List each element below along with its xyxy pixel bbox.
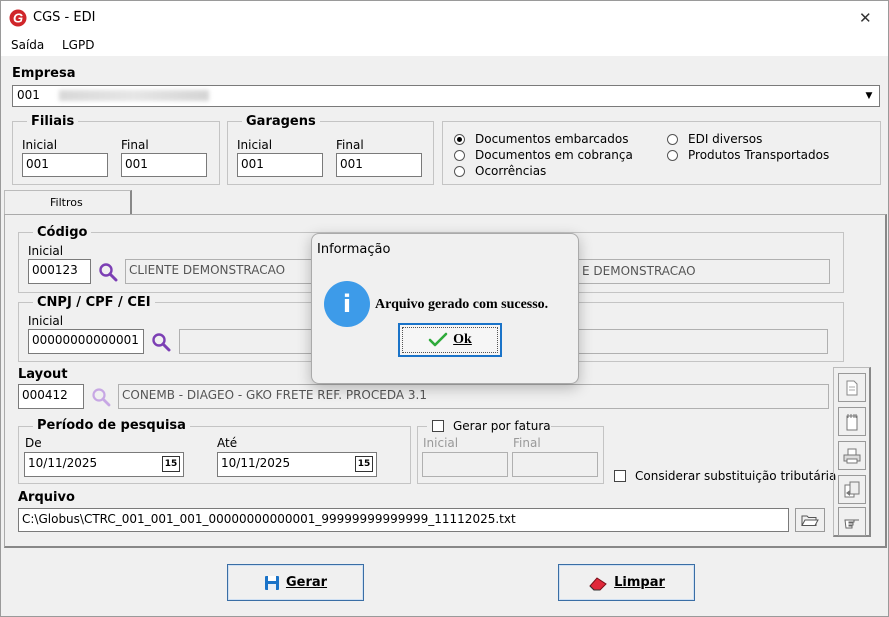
fatura-checkbox[interactable] xyxy=(432,420,444,432)
empresa-label: Empresa xyxy=(12,66,76,81)
periodo-ate-label: Até xyxy=(217,436,238,450)
side-button-point[interactable] xyxy=(838,507,866,536)
focus-rect xyxy=(402,327,498,353)
garagens-title: Garagens xyxy=(242,114,320,129)
radio-produtos-transportados[interactable] xyxy=(667,150,678,161)
dialog-message: Arquivo gerado com sucesso. xyxy=(375,297,549,312)
tab-filtros[interactable]: Filtros xyxy=(4,190,132,215)
periodo-de-value: 10/11/2025 xyxy=(28,456,98,470)
side-button-list[interactable] xyxy=(838,407,866,436)
empresa-select[interactable]: 001 ▼ xyxy=(12,85,880,107)
radio-ocorrencias[interactable] xyxy=(454,166,465,177)
close-icon[interactable]: ✕ xyxy=(859,9,872,27)
radio-documentos-embarcados[interactable] xyxy=(454,134,465,145)
empresa-name-redacted xyxy=(59,90,209,101)
folder-open-button[interactable] xyxy=(795,508,825,532)
periodo-ate-input[interactable]: 10/11/2025 xyxy=(217,452,377,477)
codigo-title: Código xyxy=(33,225,92,240)
garagens-final-input[interactable]: 001 xyxy=(336,153,422,177)
codigo-inicial-label: Inicial xyxy=(28,244,64,258)
search-icon[interactable] xyxy=(151,332,171,352)
calendar-icon[interactable]: 15 xyxy=(355,456,373,472)
periodo-ate-value: 10/11/2025 xyxy=(221,456,291,470)
fatura-label[interactable]: Gerar por fatura xyxy=(453,419,551,433)
svg-text:G: G xyxy=(13,11,23,26)
codigo-inicial-input[interactable]: 000123 xyxy=(28,259,91,284)
substituicao-label[interactable]: Considerar substituição tributária xyxy=(635,469,836,483)
filiais-title: Filiais xyxy=(27,114,79,129)
radio-label-edi-diversos[interactable]: EDI diversos xyxy=(688,132,762,146)
gerar-label: Gerar xyxy=(285,575,328,590)
arquivo-input[interactable]: C:\Globus\CTRC_001_001_001_0000000000000… xyxy=(18,508,789,532)
radio-documentos-cobranca[interactable] xyxy=(454,150,465,161)
radio-label-documentos-embarcados[interactable]: Documentos embarcados xyxy=(475,132,628,146)
cnpj-inicial-input[interactable]: 00000000000001 xyxy=(28,329,144,354)
title-bar: G CGS - EDI ✕ xyxy=(1,1,888,34)
printer-icon xyxy=(843,448,861,463)
fatura-final-input xyxy=(512,452,598,477)
copy-document-icon xyxy=(844,481,860,497)
chevron-down-icon[interactable]: ▼ xyxy=(861,88,877,104)
codigo-descricao-inicial: CLIENTE DEMONSTRACAO xyxy=(129,263,286,277)
substituicao-checkbox[interactable] xyxy=(614,470,626,482)
side-button-new[interactable] xyxy=(838,373,866,402)
filiais-final-label: Final xyxy=(121,138,149,152)
layout-label: Layout xyxy=(18,367,68,382)
garagens-inicial-label: Inicial xyxy=(237,138,273,152)
layout-descricao-field: CONEMB - DIAGEO - GKO FRETE REF. PROCEDA… xyxy=(118,384,829,409)
radio-label-produtos-transportados[interactable]: Produtos Transportados xyxy=(688,148,829,162)
filiais-inicial-input[interactable]: 001 xyxy=(22,153,108,177)
edi-window: G CGS - EDI ✕ Saída LGPD Empresa 001 ▼ F… xyxy=(0,0,889,617)
radio-edi-diversos[interactable] xyxy=(667,134,678,145)
periodo-title: Período de pesquisa xyxy=(33,418,190,433)
layout-code-input[interactable]: 000412 xyxy=(18,384,84,409)
app-logo-icon: G xyxy=(9,9,27,27)
menu-bar: Saída LGPD xyxy=(1,34,888,56)
calendar-icon[interactable]: 15 xyxy=(162,456,180,472)
search-icon[interactable] xyxy=(98,262,118,282)
hand-pointer-icon xyxy=(844,519,859,528)
empresa-value: 001 xyxy=(17,88,40,102)
arquivo-label: Arquivo xyxy=(18,490,75,505)
dialog-ok-button[interactable]: Ok xyxy=(398,323,502,357)
garagens-inicial-input[interactable]: 001 xyxy=(237,153,323,177)
periodo-de-label: De xyxy=(25,436,42,450)
fatura-inicial-input xyxy=(422,452,508,477)
eraser-icon xyxy=(589,576,607,590)
garagens-final-label: Final xyxy=(336,138,364,152)
side-button-copy[interactable] xyxy=(838,475,866,504)
fatura-final-label: Final xyxy=(513,436,541,450)
filiais-final-input[interactable]: 001 xyxy=(121,153,207,177)
tab-filtros-label: Filtros xyxy=(50,196,83,209)
side-button-print[interactable] xyxy=(838,441,866,470)
radio-label-ocorrencias[interactable]: Ocorrências xyxy=(475,164,546,178)
radio-label-documentos-cobranca[interactable]: Documentos em cobrança xyxy=(475,148,633,162)
notepad-icon xyxy=(846,413,858,430)
gerar-button[interactable]: Gerar xyxy=(227,564,364,601)
limpar-label: Limpar xyxy=(614,575,665,590)
info-icon: i xyxy=(324,281,370,327)
folder-open-icon xyxy=(801,515,819,526)
cnpj-title: CNPJ / CPF / CEI xyxy=(33,295,155,310)
search-icon[interactable] xyxy=(91,387,111,407)
document-icon xyxy=(846,380,858,395)
info-dialog: Informação i Arquivo gerado com sucesso.… xyxy=(311,233,579,384)
menu-item-saida[interactable]: Saída xyxy=(11,38,44,52)
menu-item-lgpd[interactable]: LGPD xyxy=(62,38,94,52)
dialog-title: Informação xyxy=(317,242,391,257)
limpar-button[interactable]: Limpar xyxy=(558,564,695,601)
window-title: CGS - EDI xyxy=(33,10,96,25)
codigo-descricao-final: E DEMONSTRACAO xyxy=(582,264,696,278)
filiais-inicial-label: Inicial xyxy=(22,138,58,152)
fatura-inicial-label: Inicial xyxy=(423,436,459,450)
cnpj-inicial-label: Inicial xyxy=(28,314,64,328)
floppy-disk-icon xyxy=(264,575,279,590)
periodo-de-input[interactable]: 10/11/2025 xyxy=(24,452,184,477)
